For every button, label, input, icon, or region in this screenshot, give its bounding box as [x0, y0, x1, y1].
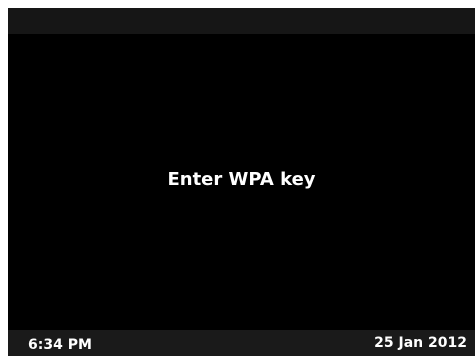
- status-date: 25 Jan 2012: [374, 335, 467, 351]
- main-area: Enter WPA key: [8, 34, 475, 330]
- status-time: 6:34 PM: [28, 337, 92, 353]
- prompt-title: Enter WPA key: [167, 169, 316, 190]
- device-screen: Enter WPA key 6:34 PM 25 Jan 2012: [8, 8, 475, 356]
- top-bar: [8, 8, 475, 34]
- status-bar: 6:34 PM 25 Jan 2012: [8, 330, 475, 356]
